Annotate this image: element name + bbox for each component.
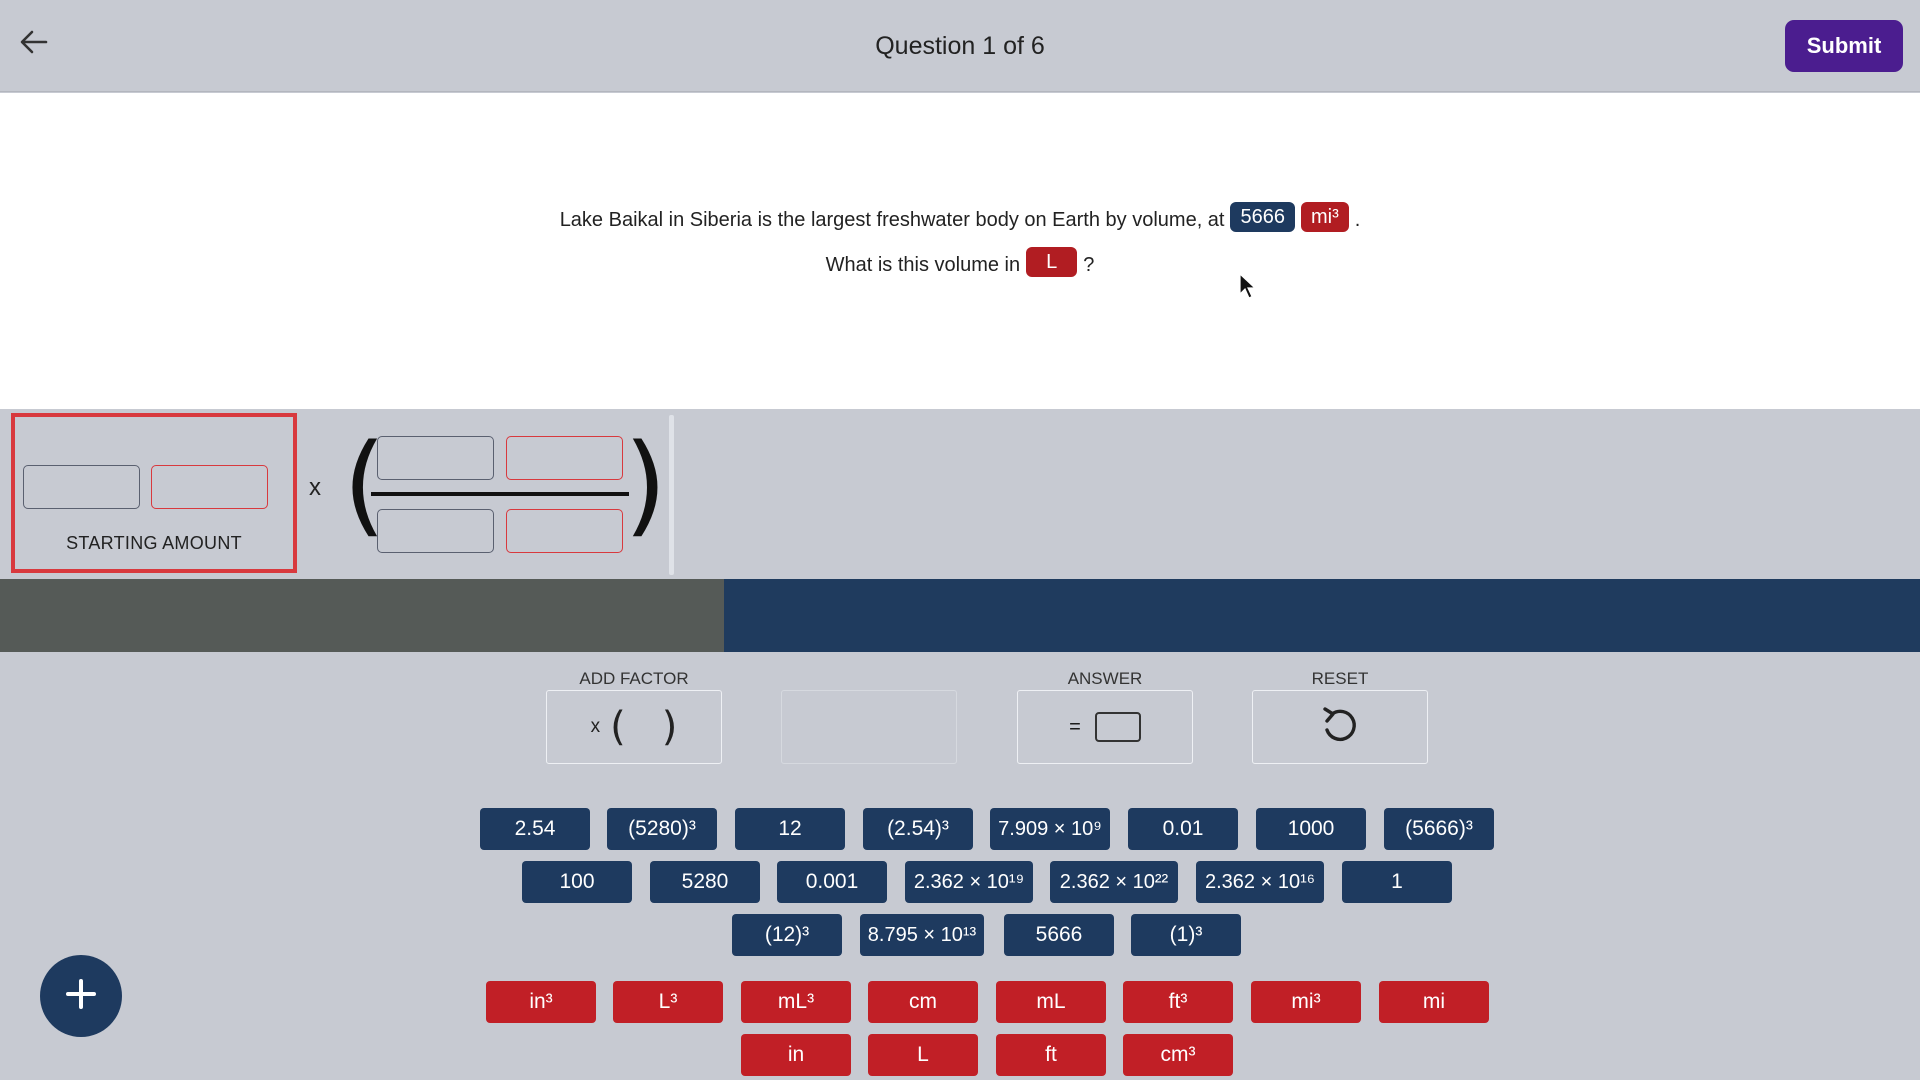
starting-unit-slot[interactable] <box>151 465 268 509</box>
question-panel: Lake Baikal in Siberia is the largest fr… <box>0 93 1920 409</box>
number-tile[interactable]: 8.795 × 10¹³ <box>860 914 984 956</box>
number-tile[interactable]: 2.54 <box>480 808 590 850</box>
undo-icon <box>1318 703 1362 752</box>
number-tile[interactable]: 5666 <box>1004 914 1114 956</box>
answer-button[interactable]: = <box>1017 690 1193 764</box>
question-line-1: Lake Baikal in Siberia is the largest fr… <box>0 202 1920 235</box>
starting-value-slot[interactable] <box>23 465 140 509</box>
plus-icon <box>63 976 99 1017</box>
denominator-unit-slot[interactable] <box>506 509 623 553</box>
starting-amount-label: STARTING AMOUNT <box>66 533 242 553</box>
number-tile[interactable]: 2.362 × 10¹⁹ <box>905 861 1033 903</box>
factor-close-paren: ) <box>661 704 678 750</box>
unit-tile[interactable]: in <box>741 1034 851 1076</box>
number-tile[interactable]: 100 <box>522 861 632 903</box>
unit-tile[interactable]: L³ <box>613 981 723 1023</box>
number-tile[interactable]: 1000 <box>1256 808 1366 850</box>
number-tile[interactable]: (1)³ <box>1131 914 1241 956</box>
top-bar: Question 1 of 6 Submit <box>0 0 1920 92</box>
target-unit-chip: L <box>1026 247 1078 277</box>
add-fab-button[interactable] <box>40 955 122 1037</box>
question-prompt: What is this volume in <box>825 253 1021 276</box>
number-tile[interactable]: 0.01 <box>1128 808 1238 850</box>
number-tile[interactable]: (5280)³ <box>607 808 717 850</box>
reset-button[interactable] <box>1252 690 1428 764</box>
given-value-chip: 5666 <box>1230 202 1295 232</box>
unit-tile[interactable]: ft <box>996 1034 1106 1076</box>
number-tile[interactable]: 12 <box>735 808 845 850</box>
numerator-value-slot[interactable] <box>377 436 494 480</box>
numerator-unit-slot[interactable] <box>506 436 623 480</box>
number-tile[interactable]: 2.362 × 10¹⁶ <box>1196 861 1324 903</box>
unit-tile[interactable]: mi <box>1379 981 1489 1023</box>
factor-x: x <box>590 716 601 737</box>
number-tile[interactable]: (12)³ <box>732 914 842 956</box>
number-tile[interactable]: 5280 <box>650 861 760 903</box>
add-factor-label: ADD FACTOR <box>579 669 689 688</box>
equation-divider <box>669 415 674 575</box>
number-tile[interactable]: 1 <box>1342 861 1452 903</box>
answer-label: ANSWER <box>1067 669 1143 688</box>
unit-tile[interactable]: mL³ <box>741 981 851 1023</box>
progress-fill <box>0 579 724 652</box>
reset-label: RESET <box>1311 669 1369 688</box>
answer-equals: = <box>1069 715 1081 738</box>
question-text: Lake Baikal in Siberia is the largest fr… <box>559 208 1225 231</box>
page-title: Question 1 of 6 <box>875 32 1045 60</box>
equation-row: STARTING AMOUNT x ( ) <box>0 409 1920 579</box>
denominator-value-slot[interactable] <box>377 509 494 553</box>
close-paren: ) <box>624 420 667 548</box>
number-tile[interactable]: 0.001 <box>777 861 887 903</box>
unit-tile[interactable]: cm³ <box>1123 1034 1233 1076</box>
starting-amount-box[interactable]: STARTING AMOUNT <box>11 413 297 573</box>
add-factor-button[interactable]: x ( ) <box>546 690 722 764</box>
unit-tile[interactable]: L <box>868 1034 978 1076</box>
number-tile[interactable]: (5666)³ <box>1384 808 1494 850</box>
multiply-symbol: x <box>309 474 321 501</box>
unit-tile[interactable]: mL <box>996 981 1106 1023</box>
question-line-2: What is this volume in L ? <box>0 247 1920 280</box>
unit-tile[interactable]: mi³ <box>1251 981 1361 1023</box>
number-tile[interactable]: 2.362 × 10²² <box>1050 861 1178 903</box>
question-mark: ? <box>1083 253 1095 276</box>
mouse-pointer-icon <box>1238 272 1258 300</box>
unit-tile[interactable]: ft³ <box>1123 981 1233 1023</box>
number-tile[interactable]: (2.54)³ <box>863 808 973 850</box>
number-tile[interactable]: 7.909 × 10⁹ <box>990 808 1110 850</box>
answer-box-icon <box>1094 712 1141 742</box>
submit-button[interactable]: Submit <box>1785 20 1903 72</box>
empty-tool-slot <box>781 690 957 764</box>
given-unit-chip: mi³ <box>1300 202 1349 232</box>
factor-open-paren: ( <box>610 704 626 750</box>
progress-band <box>0 579 1920 652</box>
fraction-bar <box>371 492 629 496</box>
unit-tile[interactable]: cm <box>868 981 978 1023</box>
question-period: . <box>1354 208 1361 231</box>
unit-tile[interactable]: in³ <box>486 981 596 1023</box>
